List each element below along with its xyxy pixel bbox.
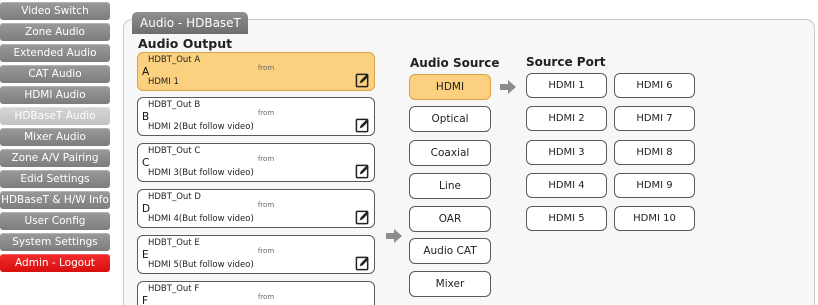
port-hdmi-10-button[interactable]: HDMI 10 [614,206,695,231]
sidebar-item-hdbaset-hw-info[interactable]: HDBaseT & H/W Info [0,191,110,209]
output-item-e[interactable]: HDBT_Out E E from HDMI 5(But follow vide… [137,235,375,274]
sidebar-item-extended-audio[interactable]: Extended Audio [0,44,110,62]
output-from-label: from [257,64,275,72]
source-coaxial-button[interactable]: Coaxial [409,140,491,166]
output-item-f[interactable]: HDBT_Out F F from [137,281,375,305]
port-hdmi-9-button[interactable]: HDMI 9 [614,173,695,198]
port-hdmi-7-button[interactable]: HDMI 7 [614,106,695,131]
output-item-b[interactable]: HDBT_Out B B from HDMI 2(But follow vide… [137,97,375,136]
edit-pencil-icon[interactable] [355,118,370,133]
port-hdmi-6-button[interactable]: HDMI 6 [614,73,695,98]
output-source: HDMI 3(But follow video) [148,168,254,178]
source-optical-button[interactable]: Optical [409,106,491,132]
port-hdmi-5-button[interactable]: HDMI 5 [526,206,607,231]
port-hdmi-4-button[interactable]: HDMI 4 [526,173,607,198]
output-from-label: from [257,109,275,117]
source-audio-cat-button[interactable]: Audio CAT [409,238,491,264]
source-port-heading: Source Port [526,55,606,69]
source-line-button[interactable]: Line [409,173,491,199]
logout-button[interactable]: Admin - Logout [0,254,110,272]
sidebar-item-system-settings[interactable]: System Settings [0,233,110,251]
sidebar-item-mixer-audio[interactable]: Mixer Audio [0,128,110,146]
sidebar-item-user-config[interactable]: User Config [0,212,110,230]
sidebar-item-hdmi-audio[interactable]: HDMI Audio [0,86,110,104]
output-item-d[interactable]: HDBT_Out D D from HDMI 4(But follow vide… [137,189,375,228]
output-source: HDMI 5(But follow video) [148,260,254,270]
sidebar-item-cat-audio[interactable]: CAT Audio [0,65,110,83]
audio-source-heading: Audio Source [410,56,500,70]
sidebar-nav: Video Switch Zone Audio Extended Audio C… [0,0,112,305]
source-hdmi-button[interactable]: HDMI [409,74,491,100]
sidebar-item-zone-av-pairing[interactable]: Zone A/V Pairing [0,149,110,167]
sidebar-item-zone-audio[interactable]: Zone Audio [0,23,110,41]
output-item-c[interactable]: HDBT_Out C C from HDMI 3(But follow vide… [137,143,375,182]
output-source: HDMI 2(But follow video) [148,122,254,132]
port-hdmi-2-button[interactable]: HDMI 2 [526,106,607,131]
port-hdmi-3-button[interactable]: HDMI 3 [526,140,607,165]
source-mixer-button[interactable]: Mixer [409,271,491,297]
output-from-label: from [257,293,275,301]
source-oar-button[interactable]: OAR [409,206,491,232]
port-hdmi-8-button[interactable]: HDMI 8 [614,140,695,165]
page-title: Audio - HDBaseT [132,12,248,34]
edit-pencil-icon[interactable] [355,164,370,179]
output-from-label: from [257,155,275,163]
port-hdmi-1-button[interactable]: HDMI 1 [526,73,607,98]
sidebar-item-edid-settings[interactable]: Edid Settings [0,170,110,188]
edit-pencil-icon[interactable] [355,256,370,271]
output-source: HDMI 1 [148,77,179,87]
edit-pencil-icon[interactable] [355,210,370,225]
edit-pencil-icon[interactable] [355,73,370,88]
sidebar-item-hdbaset-audio[interactable]: HDBaseT Audio [0,107,110,125]
output-from-label: from [257,247,275,255]
output-source: HDMI 4(But follow video) [148,214,254,224]
output-item-a[interactable]: HDBT_Out A A from HDMI 1 [137,52,375,91]
output-from-label: from [257,201,275,209]
arrow-right-icon [386,229,402,243]
sidebar-item-video-switch[interactable]: Video Switch [0,2,110,20]
arrow-right-icon [500,80,516,94]
audio-output-heading: Audio Output [138,36,233,51]
